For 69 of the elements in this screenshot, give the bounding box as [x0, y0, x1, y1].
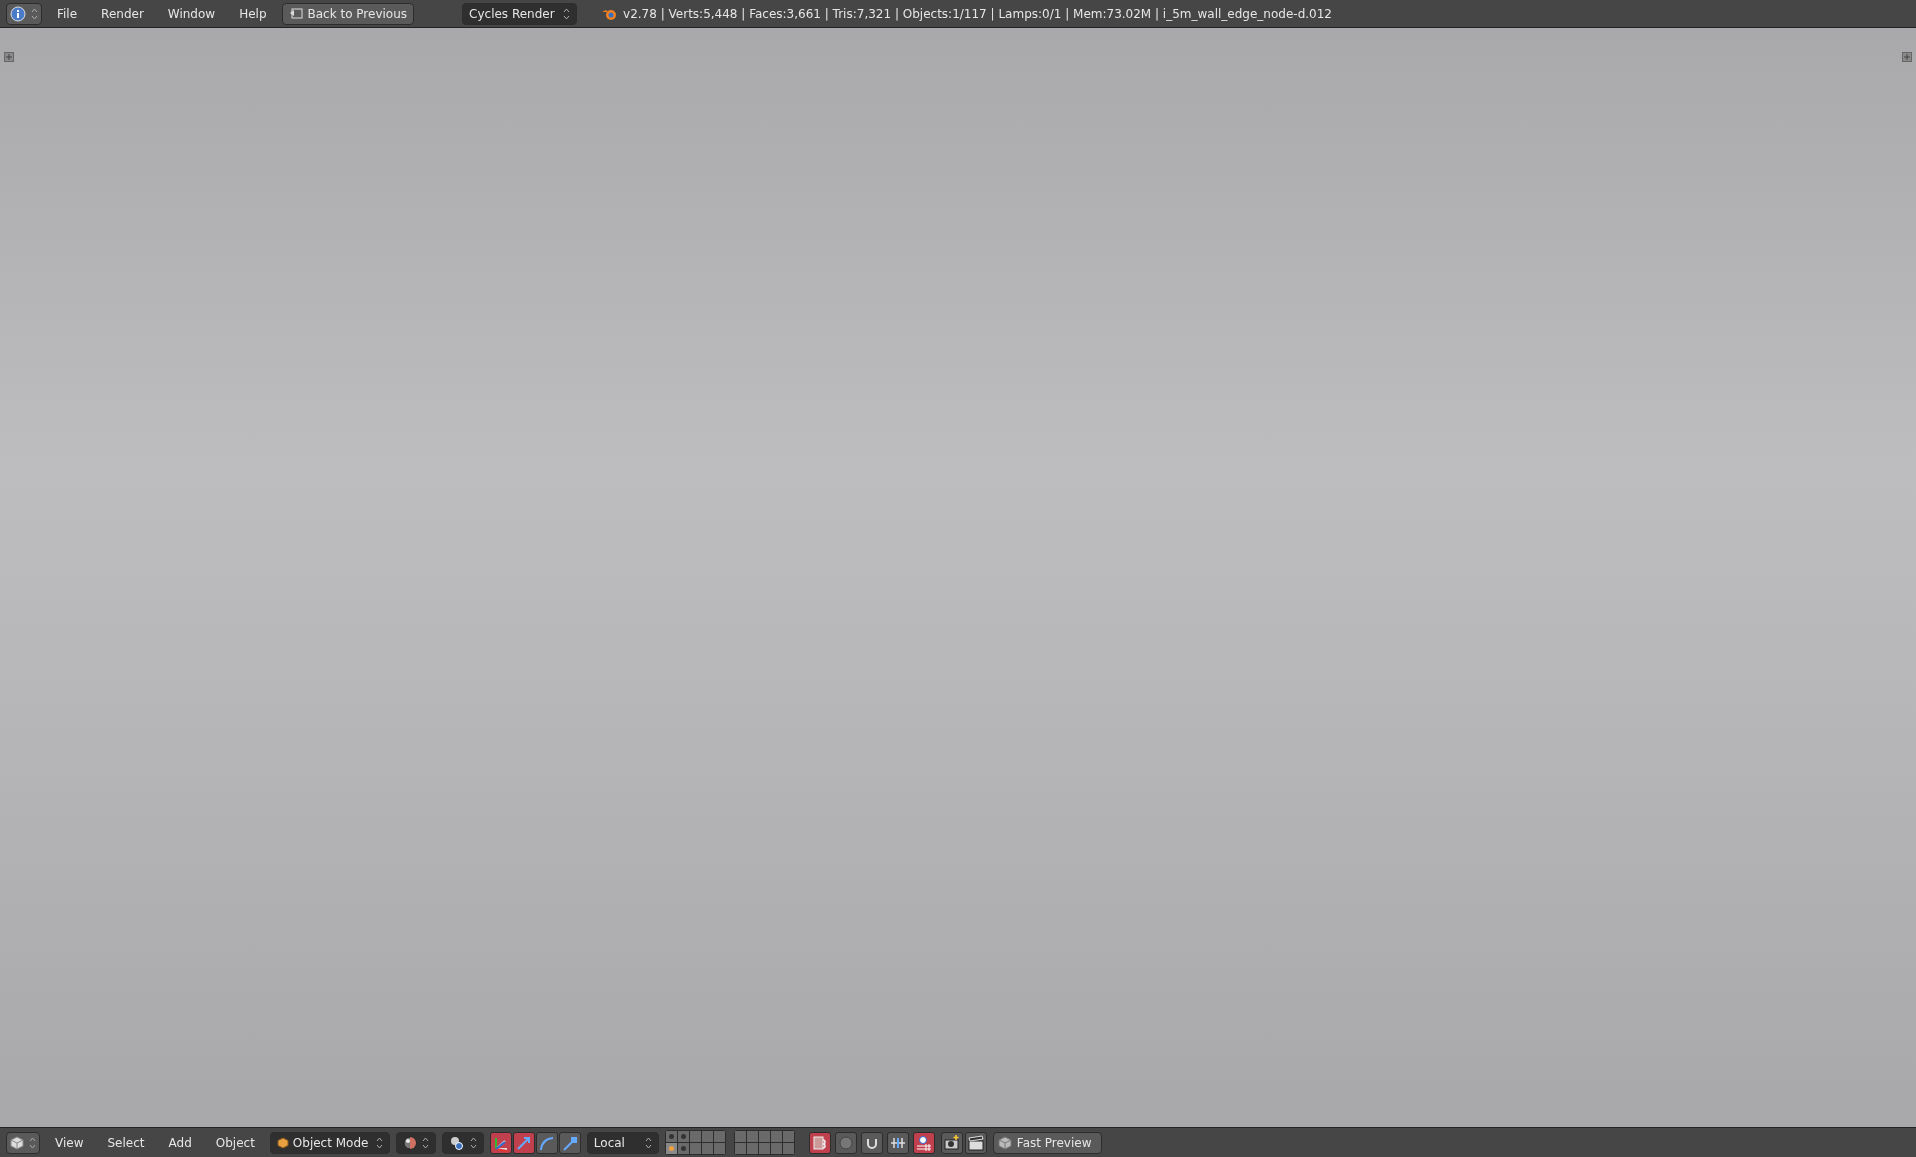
pivot-dropdown[interactable]: [441, 1131, 484, 1154]
spinner-arrows-icon: [644, 1136, 652, 1149]
render-engine-dropdown[interactable]: Cycles Render: [462, 2, 578, 25]
layer-toggle[interactable]: [677, 1131, 689, 1142]
layer-toggle[interactable]: [689, 1143, 701, 1154]
lock-link-icon: [810, 1133, 829, 1152]
sphere-icon: [402, 1135, 417, 1150]
menu-item[interactable]: Select: [98, 1131, 154, 1154]
layer-toggle[interactable]: [758, 1143, 770, 1154]
cube-icon: [276, 1136, 289, 1149]
editor-type-button[interactable]: [6, 1131, 40, 1154]
render-camera-button[interactable]: [940, 1131, 963, 1154]
menu-item[interactable]: Add: [159, 1131, 201, 1154]
manipulator-toggle[interactable]: [535, 1131, 558, 1154]
spinner-arrows-icon: [375, 1136, 383, 1149]
menu-item[interactable]: Window: [158, 2, 225, 25]
manipulator-toggle[interactable]: [512, 1131, 535, 1154]
layer-toggle[interactable]: [770, 1143, 782, 1154]
layer-toggle[interactable]: [782, 1143, 794, 1154]
toolbar-toggle[interactable]: [860, 1131, 883, 1154]
layer-toggle[interactable]: [665, 1131, 677, 1142]
layer-toggle[interactable]: [734, 1143, 746, 1154]
spinner-arrows-icon: [31, 7, 38, 20]
manipulator-toggle[interactable]: [558, 1131, 581, 1154]
layer-toggle[interactable]: [701, 1131, 713, 1142]
corner-widget-icon: [4, 52, 14, 62]
mode-dropdown[interactable]: Object Mode: [269, 1131, 390, 1154]
cube-icon: [10, 1135, 24, 1150]
spinner-arrows-icon: [421, 1136, 429, 1149]
toolbar-toggle[interactable]: [834, 1131, 857, 1154]
menu-item[interactable]: Object: [206, 1131, 264, 1154]
layer-toggle[interactable]: [734, 1131, 746, 1142]
corner-widget-icon: [1902, 52, 1912, 62]
info-icon: [10, 5, 26, 22]
scene-statistics: v2.78 | Verts:5,448 | Faces:3,661 | Tris:7,321 | Objects:1/117 | Lamps:0/1 | Mem:73.02M | i_5m_wall_edge_node-d.012: [623, 5, 1332, 23]
menu-item[interactable]: View: [46, 1131, 93, 1154]
circle-icon: [836, 1133, 855, 1152]
spinner-arrows-icon: [29, 1136, 36, 1149]
menu-item[interactable]: Render: [92, 2, 153, 25]
layer-toggle[interactable]: [713, 1143, 725, 1154]
camera-icon: [942, 1133, 961, 1152]
clapperboard-icon: [966, 1133, 985, 1152]
spinner-arrows-icon: [563, 7, 571, 20]
menu-item[interactable]: File: [48, 2, 87, 25]
back-icon: [288, 7, 303, 20]
shading-dropdown[interactable]: [395, 1131, 436, 1154]
layer-toggle[interactable]: [746, 1143, 758, 1154]
layer-toggle[interactable]: [677, 1143, 689, 1154]
layer-toggle[interactable]: [665, 1143, 677, 1154]
layer-toggle[interactable]: [701, 1143, 713, 1154]
fast-preview-button[interactable]: Fast Preview: [992, 1131, 1103, 1154]
layer-toggle[interactable]: [713, 1131, 725, 1142]
spinner-arrows-icon: [469, 1136, 477, 1149]
layer-toggle[interactable]: [689, 1131, 701, 1142]
editor-type-button[interactable]: [6, 2, 42, 25]
render-animation-button[interactable]: [964, 1131, 987, 1154]
menu-item[interactable]: Help: [230, 2, 276, 25]
snap-target-icon: [914, 1133, 933, 1152]
back-button[interactable]: Back to Previous: [281, 2, 415, 25]
layer-toggle[interactable]: [770, 1131, 782, 1142]
manipulator-toggle[interactable]: [489, 1131, 512, 1154]
toolbar-toggle[interactable]: [912, 1131, 935, 1154]
toolbar-toggle[interactable]: [808, 1131, 831, 1154]
layer-toggle[interactable]: [746, 1131, 758, 1142]
orientation-dropdown[interactable]: Local: [586, 1131, 659, 1154]
layer-toggle[interactable]: [782, 1131, 794, 1142]
toolbar-toggle[interactable]: [886, 1131, 909, 1154]
pivot-icon: [448, 1135, 465, 1150]
layer-toggle[interactable]: [758, 1131, 770, 1142]
